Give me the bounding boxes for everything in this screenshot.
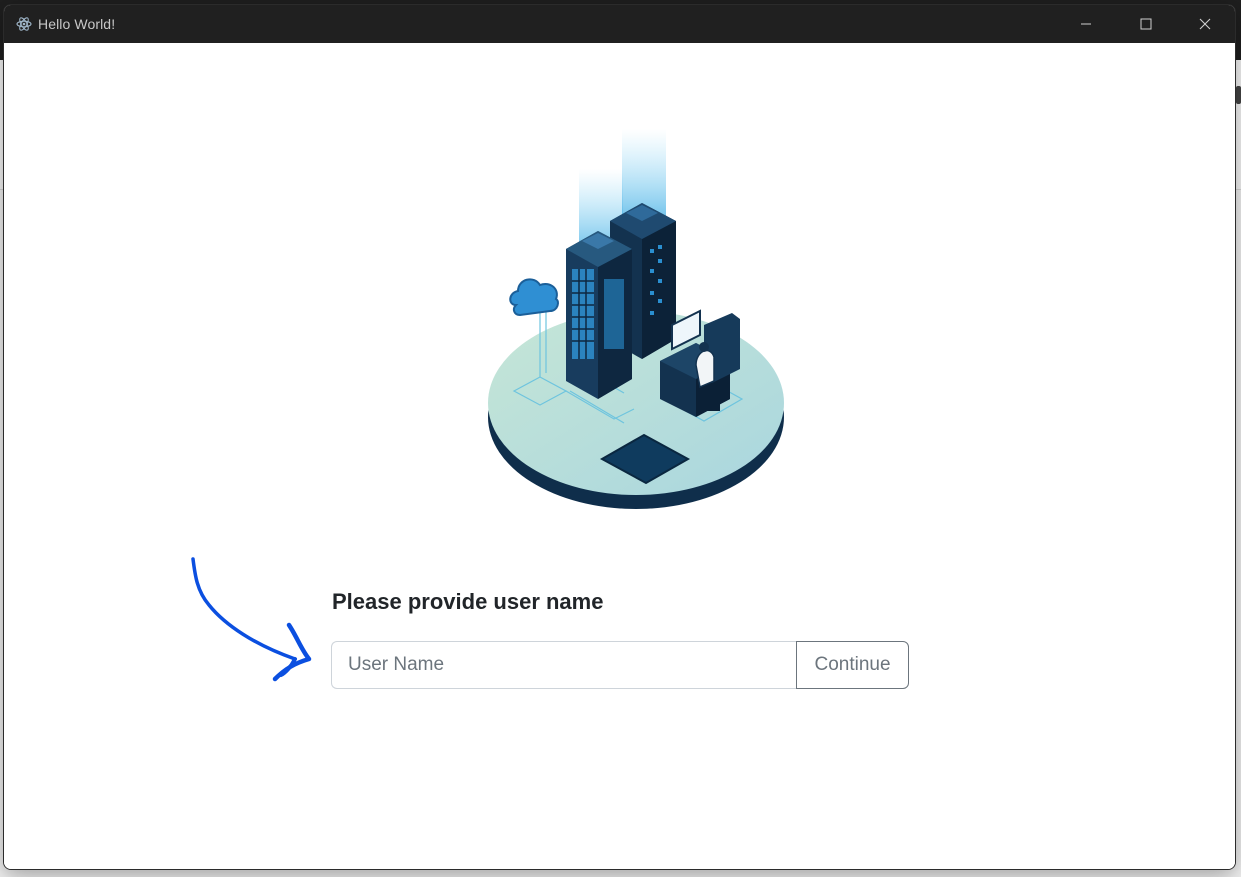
window-title: Hello World! xyxy=(38,16,116,32)
maximize-button[interactable] xyxy=(1117,5,1175,43)
username-input[interactable] xyxy=(331,641,796,689)
maximize-icon xyxy=(1140,18,1152,30)
close-button[interactable] xyxy=(1176,5,1234,43)
title-bar[interactable]: Hello World! xyxy=(4,5,1235,43)
background-app-button xyxy=(1236,86,1241,104)
form-heading: Please provide user name xyxy=(332,589,604,614)
server-illustration xyxy=(488,129,784,509)
close-icon xyxy=(1199,18,1211,30)
app-window: Hello World! Please provide user name Us… xyxy=(3,4,1236,870)
minimize-button[interactable] xyxy=(1057,5,1115,43)
username-input-group: Continue xyxy=(331,641,909,689)
electron-atom-icon xyxy=(16,17,32,31)
continue-button[interactable]: Continue xyxy=(796,641,909,689)
minimize-icon xyxy=(1081,23,1091,25)
main-content: Please provide user name Continue xyxy=(4,43,1235,869)
annotation-arrow-icon xyxy=(191,557,312,682)
